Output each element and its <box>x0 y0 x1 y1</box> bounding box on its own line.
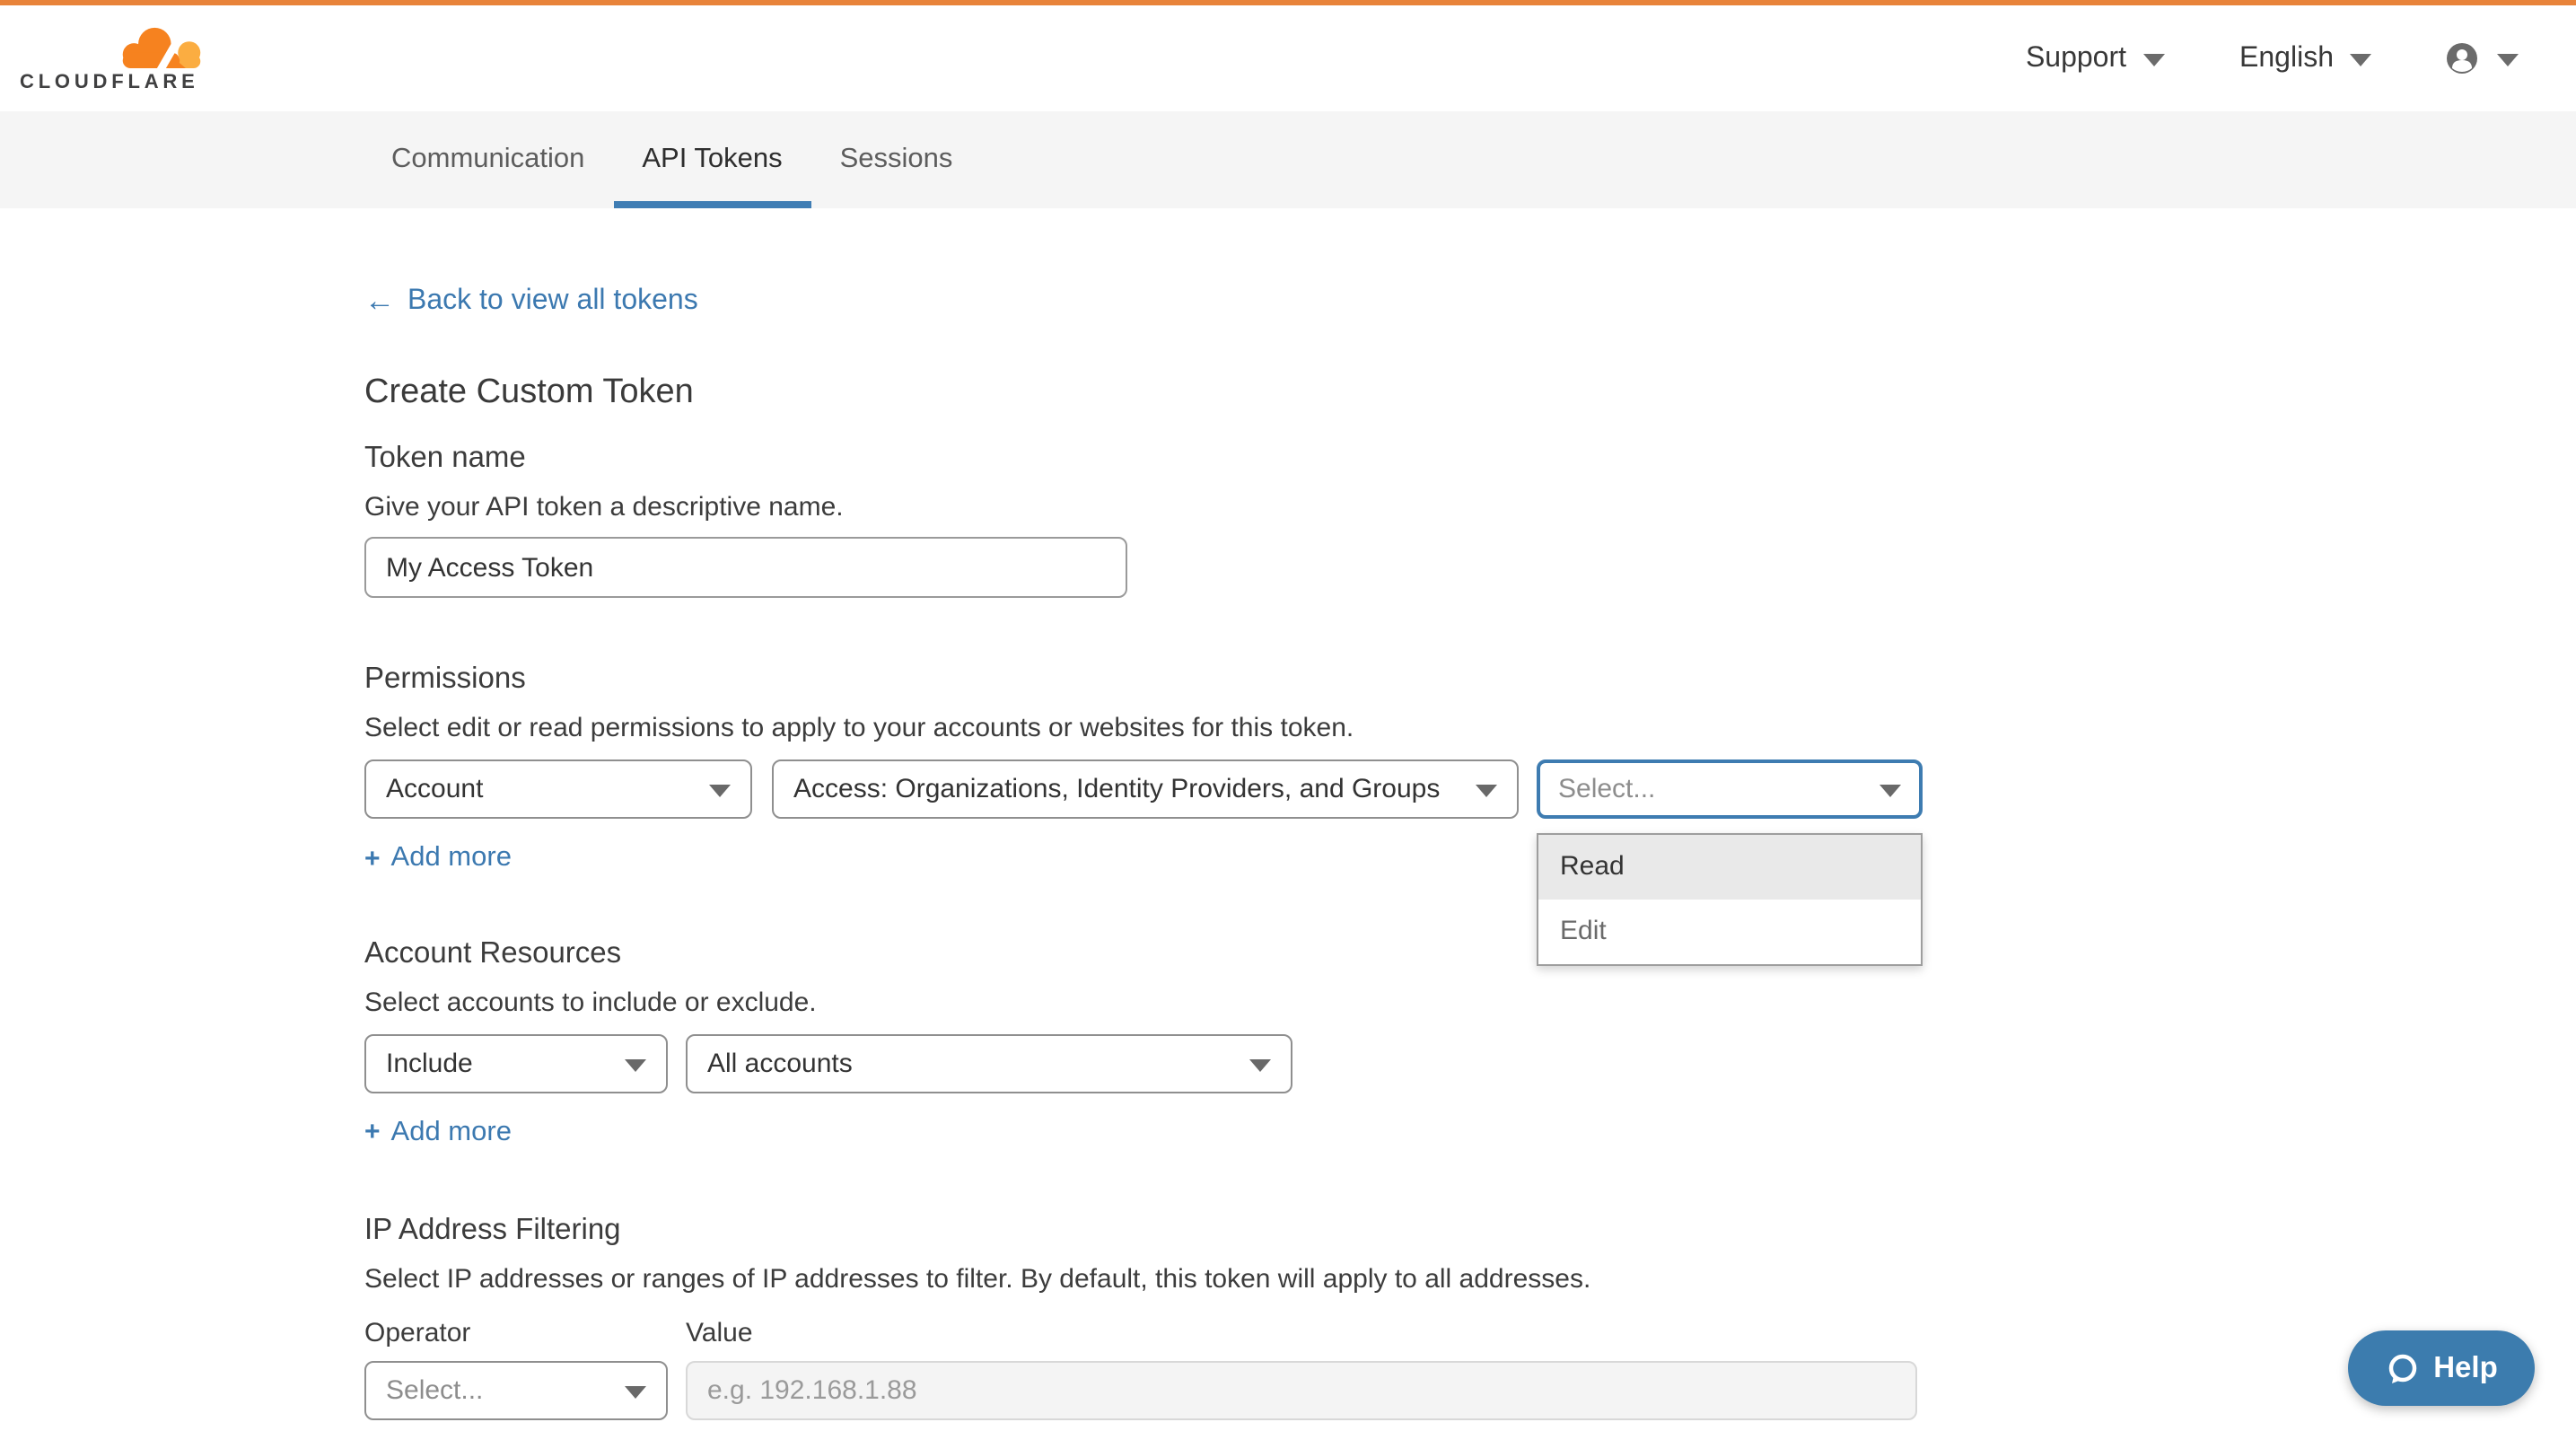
permissions-heading: Permissions <box>364 663 2576 697</box>
permission-resource-select[interactable]: Access: Organizations, Identity Provider… <box>772 759 1519 819</box>
account-resources-mode-select[interactable]: Include <box>364 1033 668 1093</box>
ip-filtering-description: Select IP addresses or ranges of IP addr… <box>364 1264 2576 1295</box>
cloudflare-logo-icon <box>117 23 206 70</box>
cloudflare-logo-text: CLOUDFLARE <box>20 72 199 93</box>
chevron-down-icon <box>1249 1058 1271 1071</box>
permission-scope-select[interactable]: Account <box>364 759 752 819</box>
permission-access-placeholder: Select... <box>1558 774 1655 804</box>
token-name-input[interactable] <box>364 537 1127 598</box>
main-content: ← Back to view all tokens Create Custom … <box>0 208 2576 1420</box>
language-label: English <box>2239 42 2334 75</box>
account-resources-add-more-link[interactable]: + Add more <box>364 1116 512 1148</box>
account-menu[interactable] <box>2447 43 2519 74</box>
header-right: Support English <box>1950 42 2519 75</box>
operator-label: Operator <box>364 1318 686 1348</box>
ip-filtering-labels: Operator Value <box>364 1318 2576 1348</box>
token-name-description: Give your API token a descriptive name. <box>364 492 2576 522</box>
plus-icon: + <box>364 843 381 874</box>
chevron-down-icon <box>625 1058 646 1071</box>
permission-resource-value: Access: Organizations, Identity Provider… <box>793 774 1440 804</box>
chevron-down-icon <box>1476 785 1497 797</box>
chevron-down-icon <box>2142 54 2164 66</box>
account-resources-add-more-label: Add more <box>391 1116 512 1148</box>
back-link-label: Back to view all tokens <box>407 285 698 318</box>
language-menu[interactable]: English <box>2239 42 2371 75</box>
tab-bar: Communication API Tokens Sessions <box>0 111 2576 208</box>
back-arrow-icon: ← <box>364 284 395 320</box>
ip-filtering-heading: IP Address Filtering <box>364 1214 2576 1248</box>
help-button[interactable]: Help <box>2348 1330 2535 1406</box>
account-resources-target-select[interactable]: All accounts <box>686 1033 1292 1093</box>
ip-operator-select[interactable]: Select... <box>364 1361 668 1420</box>
page-title: Create Custom Token <box>364 373 2576 413</box>
chevron-down-icon <box>2497 54 2519 66</box>
permissions-description: Select edit or read permissions to apply… <box>364 713 2576 743</box>
tab-api-tokens[interactable]: API Tokens <box>613 111 810 208</box>
page: CLOUDFLARE Support English Communi <box>0 0 2576 1431</box>
chevron-down-icon <box>2350 54 2371 66</box>
menu-option-edit[interactable]: Edit <box>1538 900 1921 964</box>
value-label: Value <box>686 1318 753 1348</box>
header: CLOUDFLARE Support English <box>0 5 2576 111</box>
token-name-heading: Token name <box>364 442 2576 476</box>
permission-scope-value: Account <box>386 774 483 804</box>
chevron-down-icon <box>709 785 731 797</box>
user-avatar-icon <box>2447 43 2477 74</box>
account-resources-row: Include All accounts <box>364 1033 2576 1093</box>
account-resources-heading: Account Resources <box>364 936 2576 970</box>
tab-sessions[interactable]: Sessions <box>811 111 982 208</box>
permissions-add-more-label: Add more <box>391 842 512 874</box>
back-to-tokens-link[interactable]: ← Back to view all tokens <box>364 284 698 320</box>
permission-access-select[interactable]: Select... <box>1537 759 1923 819</box>
permissions-add-more-link[interactable]: + Add more <box>364 842 512 874</box>
account-resources-target-value: All accounts <box>707 1048 853 1078</box>
ip-filtering-row: Select... <box>364 1361 2576 1420</box>
chevron-down-icon <box>1879 785 1901 797</box>
permission-access-menu: Read Edit <box>1537 833 1923 966</box>
menu-option-read[interactable]: Read <box>1538 835 1921 900</box>
tab-communication[interactable]: Communication <box>363 111 613 208</box>
cloudflare-logo: CLOUDFLARE <box>20 23 210 93</box>
account-resources-mode-value: Include <box>386 1048 473 1078</box>
chat-bubble-icon <box>2385 1351 2419 1385</box>
support-label: Support <box>2026 42 2126 75</box>
chevron-down-icon <box>625 1386 646 1399</box>
account-resources-description: Select accounts to include or exclude. <box>364 987 2576 1017</box>
plus-icon: + <box>364 1117 381 1147</box>
ip-operator-placeholder: Select... <box>386 1375 483 1406</box>
ip-value-input[interactable] <box>686 1361 1917 1420</box>
permission-access-select-wrap: Select... Read Edit <box>1537 759 1923 819</box>
permissions-row: Account Access: Organizations, Identity … <box>364 759 2576 819</box>
support-menu[interactable]: Support <box>2026 42 2164 75</box>
help-button-label: Help <box>2433 1351 2498 1385</box>
